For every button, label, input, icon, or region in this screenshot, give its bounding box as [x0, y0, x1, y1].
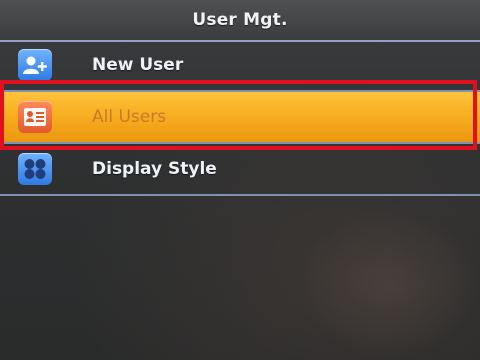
menu-item-all-users[interactable]: All Users	[0, 92, 480, 144]
menu-item-label: Display Style	[92, 159, 217, 179]
screen-glare	[300, 210, 480, 360]
menu-item-new-user[interactable]: New User	[0, 40, 480, 92]
title-bar: User Mgt.	[0, 0, 480, 42]
menu-item-label: New User	[92, 55, 184, 75]
menu-item-label: All Users	[92, 107, 167, 127]
user-management-menu: New User All Users Display Style	[0, 40, 480, 196]
menu-item-display-style[interactable]: Display Style	[0, 144, 480, 196]
display-style-icon	[18, 153, 52, 185]
user-list-icon	[18, 101, 52, 133]
page-title: User Mgt.	[192, 10, 288, 30]
add-user-icon	[18, 49, 52, 81]
device-screen: User Mgt. New User All Users Display Sty…	[0, 0, 480, 360]
